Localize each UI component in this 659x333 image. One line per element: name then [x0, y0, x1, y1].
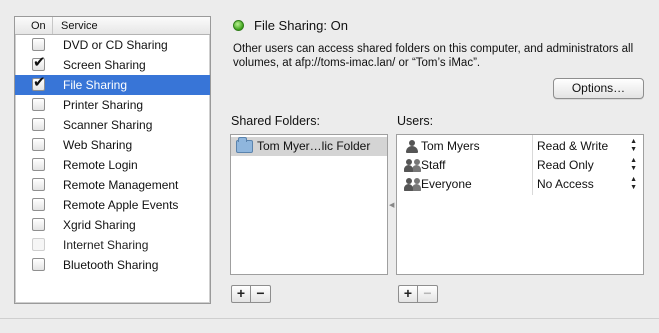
status-title: File Sharing: On — [254, 18, 348, 33]
group-icon — [404, 178, 421, 191]
shared-folder-row[interactable]: Tom Myer…lic Folder — [231, 137, 387, 156]
checkbox[interactable] — [32, 178, 45, 191]
stepper-arrows-icon: ▲ ▼ — [630, 176, 637, 191]
users-list[interactable]: Tom Myers Read & Write ▲ ▼ Staff Read Onl… — [396, 134, 644, 275]
status-description: Other users can access shared folders on… — [233, 43, 634, 69]
service-item-label: File Sharing — [63, 78, 128, 92]
status-indicator-icon — [233, 20, 244, 31]
service-item[interactable]: ✔ Screen Sharing — [15, 55, 210, 75]
checkbox[interactable] — [32, 158, 45, 171]
service-item-label: Remote Management — [63, 178, 179, 192]
service-item[interactable]: Scanner Sharing — [15, 115, 210, 135]
user-row-tom-myers[interactable]: Tom Myers Read & Write ▲ ▼ — [397, 137, 643, 156]
shared-folders-label: Shared Folders: — [231, 114, 320, 128]
user-name: Everyone — [421, 177, 472, 191]
checkbox[interactable] — [32, 118, 45, 131]
service-item-label: Remote Login — [63, 158, 138, 172]
column-header-service[interactable]: Service — [53, 20, 98, 32]
service-item-label: DVD or CD Sharing — [63, 38, 168, 52]
column-header-on[interactable]: On — [15, 17, 53, 34]
user-name: Tom Myers — [421, 139, 480, 153]
permission-value: No Access — [537, 177, 594, 191]
checkbox — [32, 238, 45, 251]
shared-folders-list[interactable]: Tom Myer…lic Folder — [230, 134, 388, 275]
shared-folder-name: Tom Myer…lic Folder — [257, 139, 371, 153]
service-item-label: Xgrid Sharing — [63, 218, 136, 232]
permission-select[interactable]: Read Only ▲ ▼ — [537, 157, 641, 174]
checkbox-checked[interactable]: ✔ — [32, 74, 46, 91]
service-item[interactable]: DVD or CD Sharing — [15, 35, 210, 55]
service-item[interactable]: Internet Sharing — [15, 235, 210, 255]
service-item[interactable]: Remote Apple Events — [15, 195, 210, 215]
service-item-label: Web Sharing — [63, 138, 133, 152]
service-item[interactable]: Remote Login — [15, 155, 210, 175]
users-label: Users: — [397, 114, 434, 128]
stepper-arrows-icon: ▲ ▼ — [630, 138, 637, 153]
service-list[interactable]: On Service DVD or CD Sharing ✔ Screen Shar… — [14, 16, 211, 304]
permission-value: Read Only — [537, 158, 594, 172]
service-rows: DVD or CD Sharing ✔ Screen Sharing ✔ File Sh… — [15, 35, 210, 275]
service-item[interactable]: Remote Management — [15, 175, 210, 195]
user-row-staff[interactable]: Staff Read Only ▲ ▼ — [397, 156, 643, 175]
checkmark-icon: ✔ — [33, 74, 46, 91]
checkmark-icon: ✔ — [33, 54, 46, 71]
remove-user-button[interactable]: − — [418, 285, 438, 303]
checkbox-checked[interactable]: ✔ — [32, 54, 46, 71]
user-icon — [405, 140, 419, 153]
service-item-label: Scanner Sharing — [63, 118, 153, 132]
service-item[interactable]: Bluetooth Sharing — [15, 255, 210, 275]
service-item-label: Internet Sharing — [63, 238, 149, 252]
checkbox[interactable] — [32, 258, 45, 271]
checkbox[interactable] — [32, 198, 45, 211]
splitter-handle-icon[interactable]: ◀ — [389, 202, 394, 209]
bottom-divider — [0, 318, 659, 319]
service-list-header: On Service — [15, 17, 210, 35]
add-shared-folder-button[interactable]: + — [231, 285, 251, 303]
service-item[interactable]: Web Sharing — [15, 135, 210, 155]
permission-select[interactable]: No Access ▲ ▼ — [537, 176, 641, 193]
remove-shared-folder-button[interactable]: − — [251, 285, 271, 303]
checkbox[interactable] — [32, 98, 45, 111]
service-item[interactable]: ✔ File Sharing — [15, 75, 210, 95]
user-name: Staff — [421, 158, 446, 172]
service-item-label: Bluetooth Sharing — [63, 258, 159, 272]
service-item-label: Screen Sharing — [63, 58, 146, 72]
stepper-arrows-icon: ▲ ▼ — [630, 157, 637, 172]
checkbox[interactable] — [32, 218, 45, 231]
options-button[interactable]: Options… — [553, 78, 644, 99]
service-item-label: Remote Apple Events — [63, 198, 179, 212]
service-item[interactable]: Xgrid Sharing — [15, 215, 210, 235]
service-item-label: Printer Sharing — [63, 98, 144, 112]
checkbox[interactable] — [32, 38, 45, 51]
group-icon — [404, 159, 421, 172]
user-row-everyone[interactable]: Everyone No Access ▲ ▼ — [397, 175, 643, 194]
add-user-button[interactable]: + — [398, 285, 418, 303]
permission-value: Read & Write — [537, 139, 609, 153]
folder-icon — [236, 137, 253, 153]
service-item[interactable]: Printer Sharing — [15, 95, 210, 115]
permission-select[interactable]: Read & Write ▲ ▼ — [537, 138, 641, 155]
checkbox[interactable] — [32, 138, 45, 151]
